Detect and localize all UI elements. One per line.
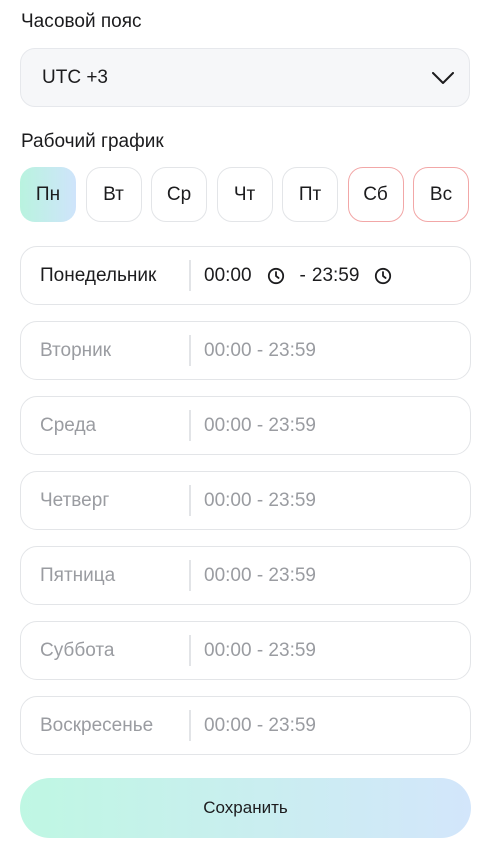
divider <box>189 560 191 591</box>
day-name: Пятница <box>40 564 116 586</box>
clock-icon[interactable] <box>266 266 286 286</box>
time-range: 00:00 - 23:59 <box>204 414 316 436</box>
time-range-editor: 00:00 - 23:59 <box>204 265 399 287</box>
day-name: Суббота <box>40 639 115 661</box>
divider <box>189 485 191 516</box>
day-name: Воскресенье <box>40 714 154 736</box>
timezone-select[interactable]: UTC +3 <box>20 48 470 107</box>
day-name: Среда <box>40 414 97 436</box>
clock-icon[interactable] <box>373 266 393 286</box>
divider <box>189 710 191 741</box>
day-name: Понедельник <box>40 264 157 286</box>
schedule-row-saturday[interactable]: Суббота 00:00 - 23:59 <box>20 621 471 680</box>
timezone-value: UTC +3 <box>42 66 108 88</box>
day-name: Вторник <box>40 339 112 361</box>
schedule-row-monday[interactable]: Понедельник 00:00 - 23:59 <box>20 246 471 305</box>
day-button-sun[interactable]: Вс <box>413 167 469 222</box>
schedule-row-wednesday[interactable]: Среда 00:00 - 23:59 <box>20 396 471 455</box>
time-range: 00:00 - 23:59 <box>204 489 316 511</box>
day-name: Четверг <box>40 489 110 511</box>
day-button-tue[interactable]: Вт <box>85 167 142 222</box>
schedule-row-sunday[interactable]: Воскресенье 00:00 - 23:59 <box>20 696 471 755</box>
time-range: 00:00 - 23:59 <box>204 564 316 586</box>
time-range: 00:00 - 23:59 <box>204 339 316 361</box>
divider <box>189 635 191 666</box>
day-button-thu[interactable]: Чт <box>216 167 273 222</box>
day-button-sat[interactable]: Сб <box>347 167 404 222</box>
start-time-input[interactable]: 00:00 <box>204 265 252 287</box>
divider <box>189 410 191 441</box>
time-separator: - <box>299 264 306 286</box>
schedule-row-friday[interactable]: Пятница 00:00 - 23:59 <box>20 546 471 605</box>
day-button-fri[interactable]: Пт <box>282 167 338 222</box>
time-range: 00:00 - 23:59 <box>204 639 316 661</box>
day-button-mon[interactable]: Пн <box>20 167 76 222</box>
time-range: 00:00 - 23:59 <box>204 714 316 736</box>
day-selector: Пн Вт Ср Чт Пт Сб Вс <box>20 167 472 222</box>
save-button[interactable]: Сохранить <box>20 778 471 838</box>
day-button-wed[interactable]: Ср <box>151 167 207 222</box>
end-time-input[interactable]: 23:59 <box>312 265 360 287</box>
schedule-label: Рабочий график <box>21 131 164 152</box>
divider <box>189 335 191 366</box>
schedule-row-tuesday[interactable]: Вторник 00:00 - 23:59 <box>20 321 471 380</box>
schedule-row-thursday[interactable]: Четверг 00:00 - 23:59 <box>20 471 471 530</box>
timezone-label: Часовой пояс <box>21 11 142 32</box>
chevron-down-icon <box>431 66 455 90</box>
divider <box>189 260 191 291</box>
schedule-list: Понедельник 00:00 - 23:59 Вторник 00:00 … <box>20 246 471 771</box>
